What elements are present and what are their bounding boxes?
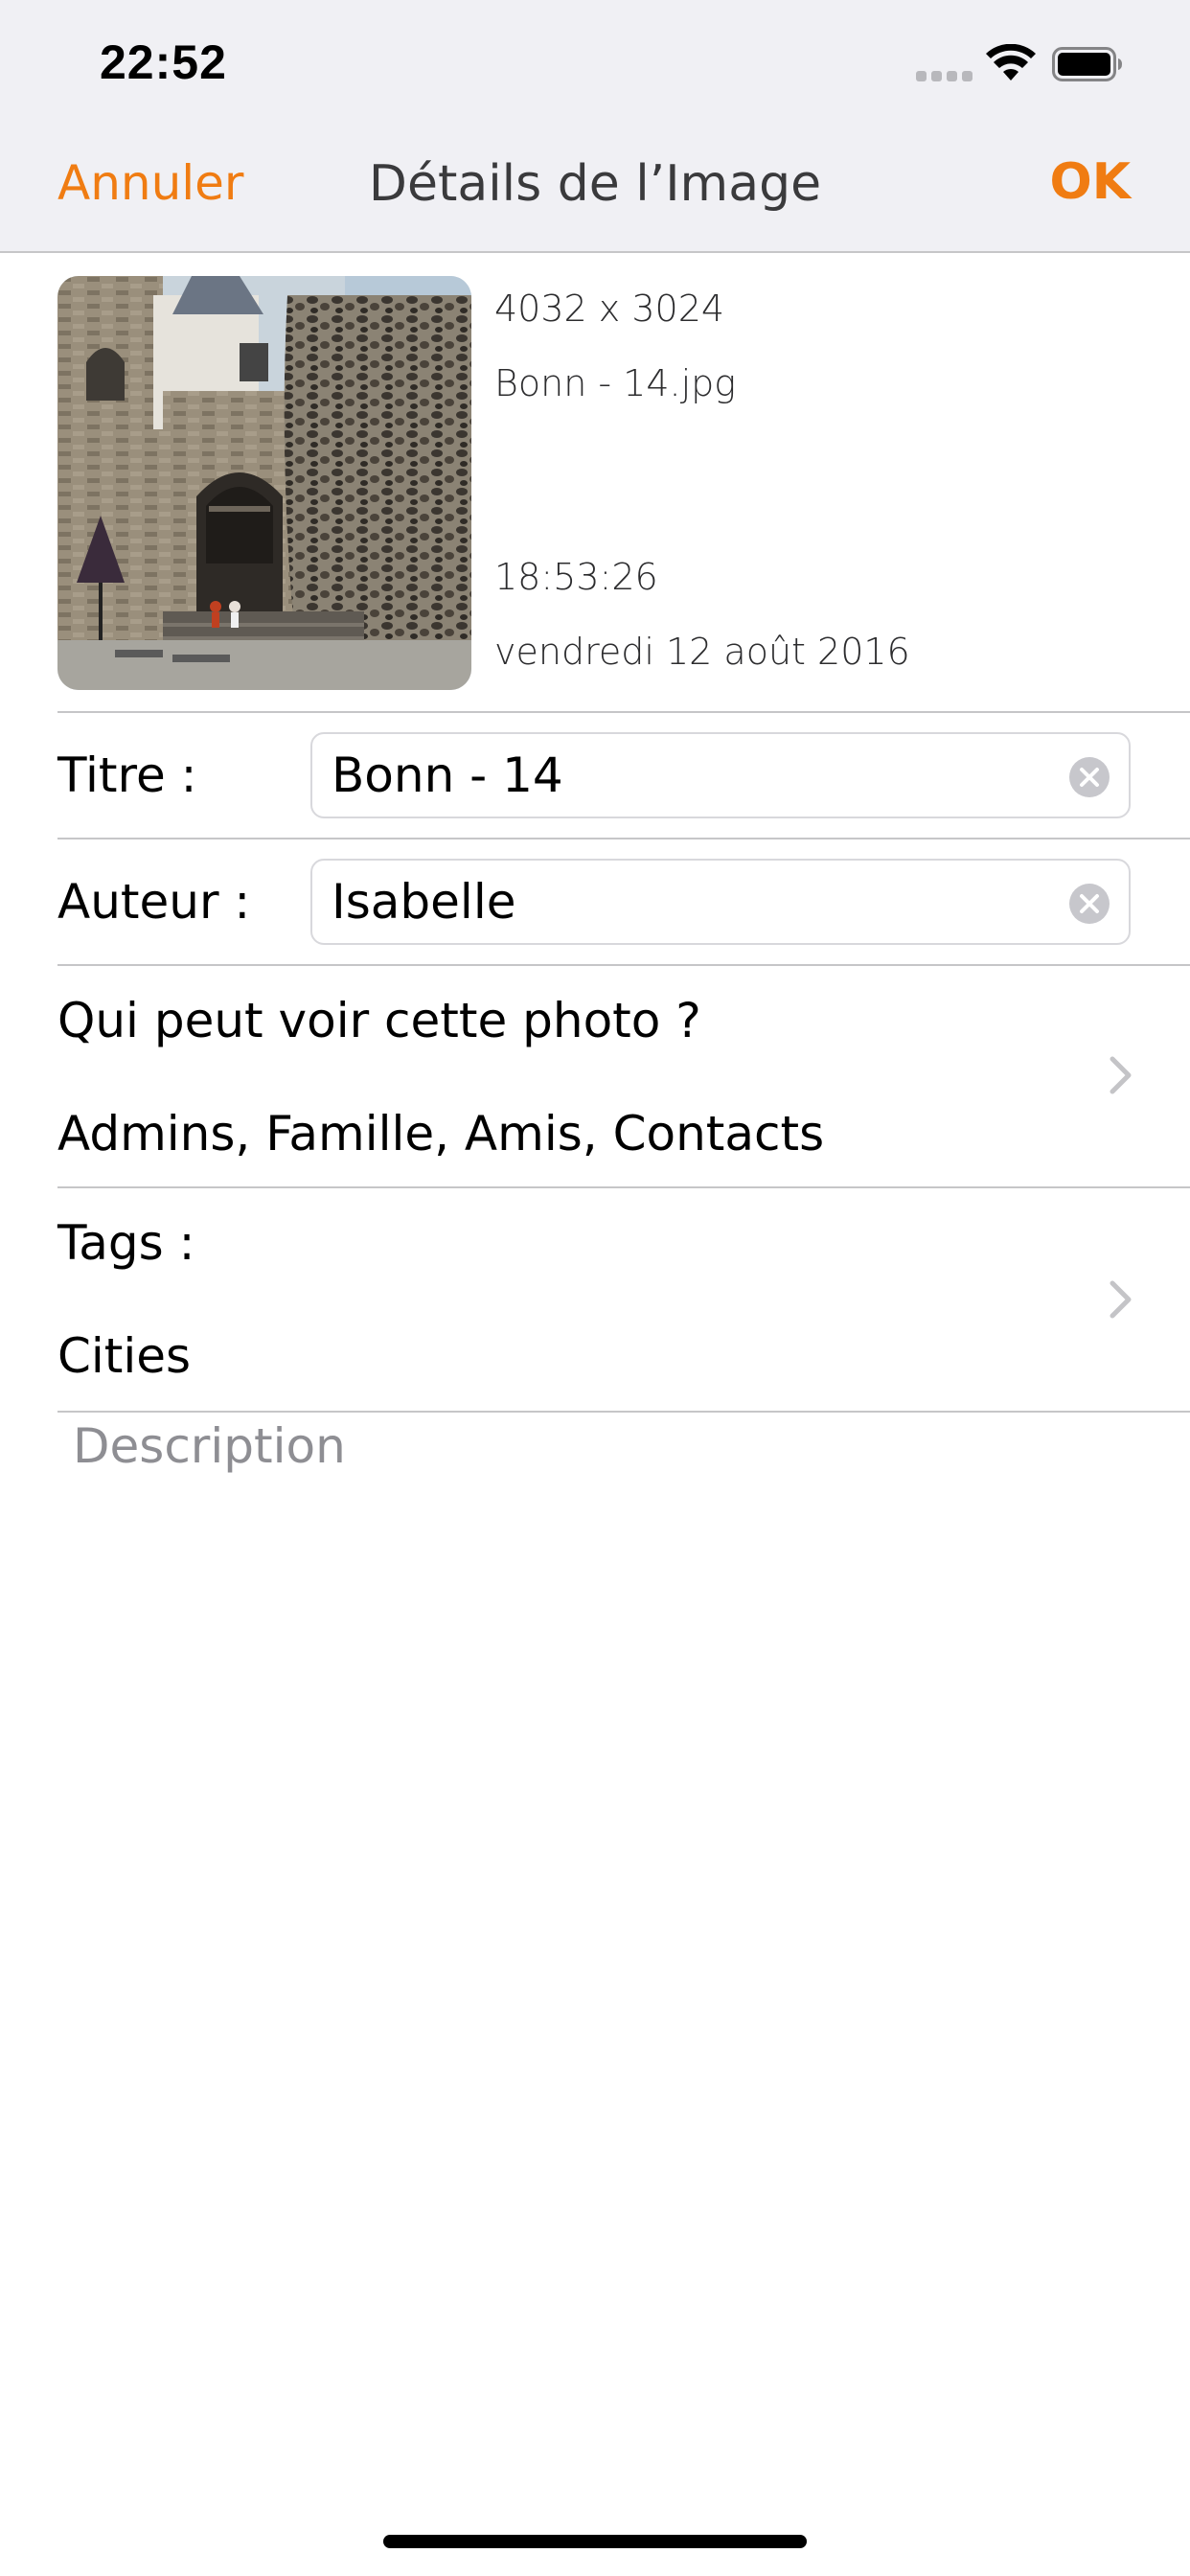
- image-dimensions: 4032 x 3024: [494, 288, 725, 330]
- chevron-right-icon: [1110, 1056, 1132, 1094]
- image-filename: Bonn - 14.jpg: [494, 362, 737, 404]
- privacy-label: Qui peut voir cette photo ?: [57, 993, 701, 1048]
- title-field: [310, 732, 1131, 818]
- cellular-signal-icon: [916, 71, 973, 81]
- tags-value: Cities: [57, 1328, 192, 1384]
- status-bar: 22:52: [0, 0, 1190, 126]
- divider: [57, 838, 1190, 840]
- navigation-bar: Annuler Détails de l’Image OK: [0, 126, 1190, 253]
- clear-author-icon[interactable]: [1069, 884, 1110, 924]
- cancel-button[interactable]: Annuler: [57, 155, 243, 211]
- title-input[interactable]: [332, 734, 1041, 816]
- author-input[interactable]: [332, 861, 1041, 943]
- author-label: Auteur :: [57, 874, 251, 930]
- image-date: vendredi 12 août 2016: [494, 631, 910, 673]
- image-time: 18:53:26: [494, 556, 658, 598]
- home-indicator[interactable]: [383, 2535, 807, 2548]
- description-textarea[interactable]: [57, 1418, 1131, 2472]
- clear-title-icon[interactable]: [1069, 757, 1110, 797]
- privacy-value: Admins, Famille, Amis, Contacts: [57, 1106, 825, 1162]
- divider: [57, 711, 1190, 713]
- image-thumbnail[interactable]: [57, 276, 471, 690]
- wifi-icon: [986, 44, 1036, 80]
- ok-button[interactable]: OK: [1050, 153, 1132, 211]
- tags-label: Tags :: [57, 1215, 195, 1271]
- title-label: Titre :: [57, 748, 197, 803]
- author-field: [310, 859, 1131, 945]
- divider: [57, 1411, 1190, 1413]
- battery-icon: [1052, 47, 1122, 81]
- status-time: 22:52: [100, 35, 227, 89]
- chevron-right-icon: [1110, 1280, 1132, 1319]
- photo-image: [57, 276, 471, 690]
